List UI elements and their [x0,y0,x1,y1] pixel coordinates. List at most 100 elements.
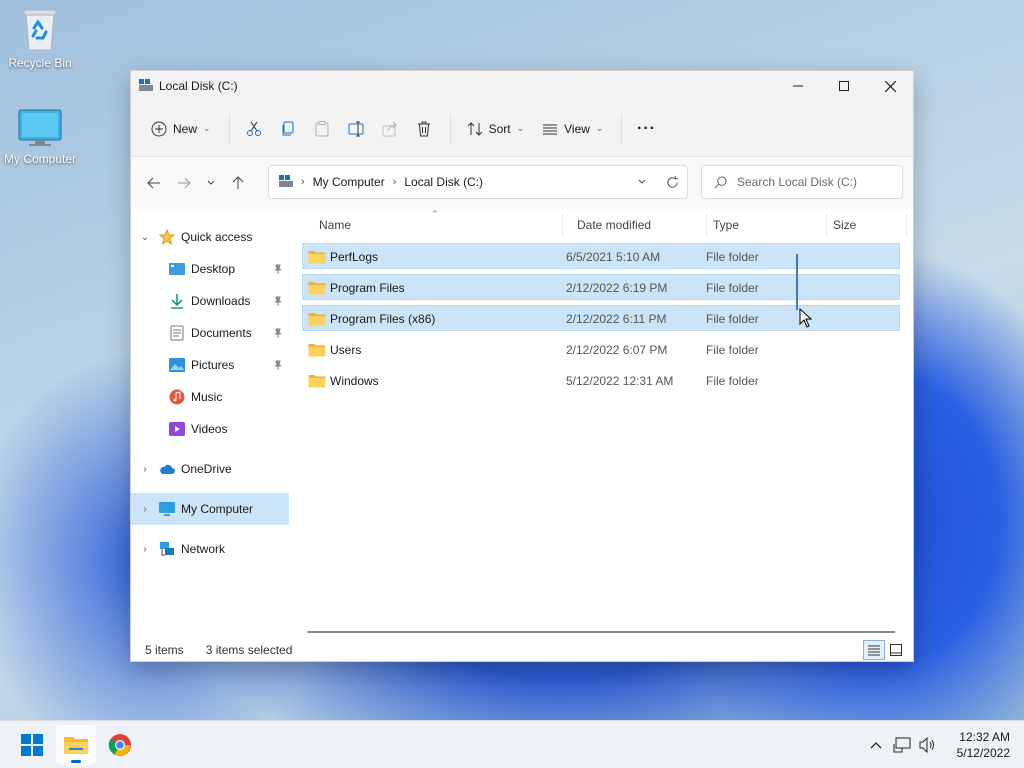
sort-label: Sort [488,121,511,136]
show-hidden-icons-button[interactable] [863,732,889,758]
navigation-pane: ⌄ Quick access Desktop Downloads Documen… [131,209,289,632]
sort-button[interactable]: Sort ⌄ [459,112,533,146]
sidebar-item-quick-access[interactable]: ⌄ Quick access [131,221,289,253]
file-row[interactable]: Windows 5/12/2022 12:31 AM File folder [302,365,900,396]
chevron-down-icon: ⌄ [595,123,604,133]
chevron-right-icon: › [301,176,305,188]
status-bar: 5 items 3 items selected [131,639,913,661]
desktop-icon-label: Recycle Bin [8,56,72,70]
breadcrumb-my-computer[interactable]: My Computer [313,175,385,189]
pin-icon [274,360,282,370]
download-icon [171,294,183,309]
sidebar-item-music[interactable]: Music [131,381,289,413]
column-label: Name [319,218,352,232]
recycle-bin-icon [23,9,57,51]
sidebar-item-onedrive[interactable]: › OneDrive [131,453,289,485]
close-icon [884,80,896,92]
paste-icon [315,120,329,136]
refresh-button[interactable] [657,167,687,197]
column-label: Type [713,218,740,232]
minimize-button[interactable] [775,71,821,101]
back-button[interactable] [139,168,169,198]
file-row[interactable]: Users 2/12/2022 6:07 PM File folder [302,334,900,365]
taskbar-file-explorer[interactable] [56,724,96,765]
folder-icon [308,312,326,325]
file-list-pane: ⌃ Name Date modified Type Size PerfLogs 6… [289,209,913,632]
file-name-cell: Program Files [302,281,562,295]
more-options-button[interactable]: ··· [630,112,662,146]
horizontal-scrollbar[interactable] [307,631,895,633]
desktop-icon-label: My Computer [3,152,77,166]
item-count: 5 items [145,643,184,657]
address-history-button[interactable] [627,167,657,197]
clock-time: 12:32 AM [959,729,1010,744]
chevron-down-icon [638,179,646,184]
file-date: 6/5/2021 5:10 AM [566,249,661,264]
arrow-up-icon [232,176,244,189]
file-date: 5/12/2022 12:31 AM [566,373,674,388]
sidebar-item-videos[interactable]: Videos [131,413,289,445]
speaker-icon [919,736,934,753]
title-bar[interactable]: Local Disk (C:) [131,71,913,101]
recent-locations-button[interactable] [199,168,223,198]
selection-count: 3 items selected [205,643,293,657]
file-date: 2/12/2022 6:07 PM [566,342,668,357]
sidebar-item-pictures[interactable]: Pictures [131,349,289,381]
desktop-recycle-bin[interactable]: Recycle Bin [2,6,78,70]
details-view-icon [868,645,880,656]
chevron-right-icon: › [392,176,397,188]
column-header-type[interactable]: Type [707,213,827,237]
more-icon: ··· [636,119,656,137]
pin-icon [274,328,282,338]
desktop-my-computer[interactable]: My Computer [2,108,78,166]
folder-icon [308,250,326,263]
volume-button[interactable] [915,732,941,758]
chevron-right-icon: › [143,543,147,555]
sidebar-item-label: My Computer [181,502,254,516]
paste-button[interactable] [306,112,338,146]
delete-button[interactable] [408,112,440,146]
rename-button[interactable] [340,112,372,146]
taskbar-chrome[interactable] [100,725,140,765]
sidebar-item-label: OneDrive [181,462,232,476]
details-view-button[interactable] [863,640,885,660]
tiles-view-button[interactable] [885,640,907,660]
clock[interactable]: 12:32 AM 5/12/2022 [957,729,1010,761]
sidebar-item-desktop[interactable]: Desktop [131,253,289,285]
view-label: View [564,121,590,136]
start-button[interactable] [12,725,52,765]
cut-button[interactable] [238,112,270,146]
share-icon [382,121,397,136]
column-header-size[interactable]: Size [827,213,907,237]
sidebar-item-downloads[interactable]: Downloads [131,285,289,317]
breadcrumb-local-disk[interactable]: Local Disk (C:) [404,175,483,189]
file-name: Program Files [330,280,405,295]
network-status-button[interactable] [889,732,915,758]
new-button[interactable]: New ⌄ [143,112,219,146]
refresh-icon [666,175,678,188]
search-input[interactable]: Search Local Disk (C:) [701,165,903,199]
up-button[interactable] [223,168,253,198]
copy-icon [282,121,294,135]
file-row[interactable]: PerfLogs 6/5/2021 5:10 AM File folder [302,241,900,272]
mouse-cursor-icon [799,308,813,328]
sort-up-icon: ⌃ [431,209,439,219]
file-date: 2/12/2022 6:11 PM [566,311,667,326]
sidebar-item-network[interactable]: › Network [131,533,289,565]
search-placeholder: Search Local Disk (C:) [737,175,858,189]
view-button[interactable]: View ⌄ [534,112,611,146]
address-bar[interactable]: › My Computer › Local Disk (C:) [268,165,688,199]
forward-button[interactable] [169,168,199,198]
maximize-button[interactable] [821,71,867,101]
column-header-date[interactable]: Date modified [563,213,707,237]
file-row[interactable]: Program Files 2/12/2022 6:19 PM File folde… [302,272,900,303]
sidebar-item-label: Desktop [191,262,236,276]
toolbar-divider [449,113,451,144]
close-button[interactable] [867,71,913,101]
folder-icon [308,281,326,294]
share-button[interactable] [374,112,406,146]
copy-button[interactable] [272,112,304,146]
sidebar-item-my-computer[interactable]: › My Computer [131,493,289,525]
chevron-down-icon [207,180,215,185]
sidebar-item-documents[interactable]: Documents [131,317,289,349]
